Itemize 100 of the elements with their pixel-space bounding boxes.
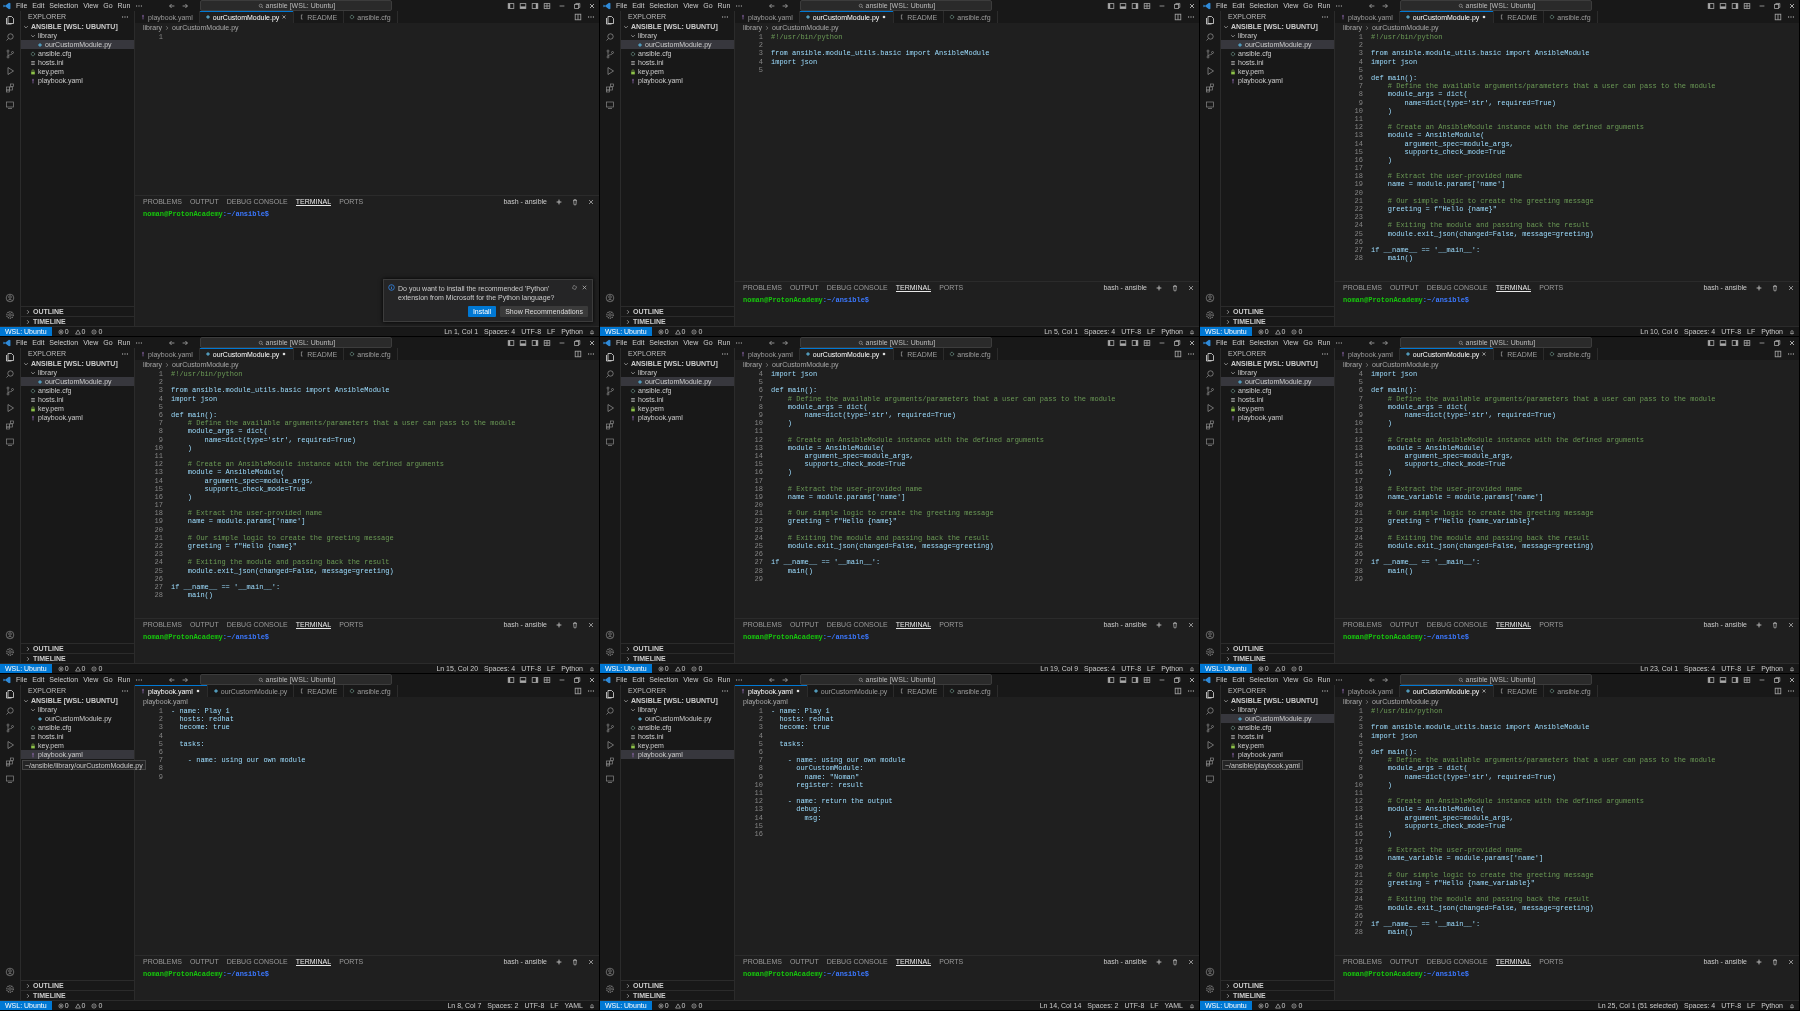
plus-icon[interactable] — [555, 197, 563, 206]
bell-icon[interactable] — [1789, 1002, 1795, 1009]
extensions-icon[interactable] — [605, 757, 615, 767]
bell-icon[interactable] — [1189, 1002, 1195, 1009]
layout-icon[interactable] — [1119, 1, 1127, 10]
restore-icon[interactable] — [1173, 338, 1181, 347]
settings-icon[interactable] — [5, 647, 15, 657]
run-debug-icon[interactable] — [5, 403, 15, 413]
back-arrow-icon[interactable] — [768, 675, 777, 684]
bell-icon[interactable] — [1189, 328, 1195, 335]
plus-icon[interactable] — [1755, 620, 1763, 629]
layout-icon[interactable] — [1707, 1, 1715, 10]
layout-icon[interactable] — [507, 675, 515, 684]
split-editor-icon[interactable] — [1174, 13, 1182, 21]
forward-arrow-icon[interactable] — [181, 338, 190, 347]
restore-icon[interactable] — [1773, 675, 1781, 684]
remote-explorer-icon[interactable] — [5, 437, 15, 447]
account-icon[interactable] — [5, 630, 15, 640]
settings-icon[interactable] — [1205, 647, 1215, 657]
branch-icon[interactable] — [5, 386, 15, 396]
layout-icon[interactable] — [531, 675, 539, 684]
search-icon[interactable] — [1205, 32, 1215, 42]
run-debug-icon[interactable] — [605, 403, 615, 413]
restore-icon[interactable] — [1773, 1, 1781, 10]
split-editor-icon[interactable] — [574, 350, 582, 358]
files-icon[interactable] — [1205, 689, 1215, 699]
branch-icon[interactable] — [605, 386, 615, 396]
forward-arrow-icon[interactable] — [1381, 1, 1390, 10]
account-icon[interactable] — [5, 293, 15, 303]
close-icon[interactable] — [1188, 1, 1196, 10]
layout-icon[interactable] — [1131, 1, 1139, 10]
close-icon[interactable] — [1187, 620, 1195, 629]
plus-icon[interactable] — [555, 620, 563, 629]
close-icon[interactable] — [1481, 351, 1488, 357]
close-icon[interactable] — [1187, 957, 1195, 966]
unsaved-dot-icon[interactable] — [794, 688, 801, 694]
files-icon[interactable] — [605, 15, 615, 25]
unsaved-dot-icon[interactable] — [881, 14, 888, 20]
branch-icon[interactable] — [605, 723, 615, 733]
files-icon[interactable] — [5, 352, 15, 362]
forward-arrow-icon[interactable] — [181, 675, 190, 684]
layout-icon[interactable] — [1143, 1, 1151, 10]
run-debug-icon[interactable] — [5, 740, 15, 750]
more-icon[interactable] — [1787, 687, 1795, 695]
layout-icon[interactable] — [519, 338, 527, 347]
more-icon[interactable] — [587, 13, 595, 21]
close-icon[interactable] — [1481, 688, 1488, 694]
account-icon[interactable] — [605, 630, 615, 640]
forward-arrow-icon[interactable] — [781, 338, 790, 347]
branch-icon[interactable] — [1205, 386, 1215, 396]
close-icon[interactable] — [1788, 675, 1796, 684]
bell-icon[interactable] — [1789, 328, 1795, 335]
unsaved-dot-icon[interactable] — [281, 351, 288, 357]
branch-icon[interactable] — [1205, 49, 1215, 59]
close-icon[interactable] — [587, 957, 595, 966]
layout-icon[interactable] — [1719, 1, 1727, 10]
split-editor-icon[interactable] — [574, 687, 582, 695]
trash-icon[interactable] — [1771, 620, 1779, 629]
split-editor-icon[interactable] — [1774, 13, 1782, 21]
layout-icon[interactable] — [507, 1, 515, 10]
files-icon[interactable] — [1205, 15, 1215, 25]
layout-icon[interactable] — [1719, 338, 1727, 347]
back-arrow-icon[interactable] — [1368, 338, 1377, 347]
split-editor-icon[interactable] — [1774, 350, 1782, 358]
search-icon[interactable] — [1205, 369, 1215, 379]
account-icon[interactable] — [1205, 967, 1215, 977]
plus-icon[interactable] — [1155, 957, 1163, 966]
trash-icon[interactable] — [571, 197, 579, 206]
layout-icon[interactable] — [1107, 338, 1115, 347]
forward-arrow-icon[interactable] — [781, 1, 790, 10]
remote-explorer-icon[interactable] — [1205, 100, 1215, 110]
remote-explorer-icon[interactable] — [605, 774, 615, 784]
trash-icon[interactable] — [1171, 957, 1179, 966]
search-icon[interactable] — [605, 32, 615, 42]
extensions-icon[interactable] — [1205, 757, 1215, 767]
search-icon[interactable] — [605, 706, 615, 716]
restore-icon[interactable] — [573, 675, 581, 684]
files-icon[interactable] — [1205, 352, 1215, 362]
more-icon[interactable] — [1787, 350, 1795, 358]
forward-arrow-icon[interactable] — [1381, 338, 1390, 347]
close-icon[interactable] — [1787, 620, 1795, 629]
search-icon[interactable] — [5, 32, 15, 42]
close-icon[interactable] — [1188, 675, 1196, 684]
unsaved-dot-icon[interactable] — [1481, 14, 1488, 20]
gear-icon[interactable] — [571, 284, 578, 291]
forward-arrow-icon[interactable] — [1381, 675, 1390, 684]
more-icon[interactable] — [1187, 350, 1195, 358]
close-icon[interactable] — [588, 1, 596, 10]
layout-icon[interactable] — [1731, 1, 1739, 10]
extensions-icon[interactable] — [1205, 83, 1215, 93]
settings-icon[interactable] — [5, 984, 15, 994]
bell-icon[interactable] — [589, 1002, 595, 1009]
trash-icon[interactable] — [1171, 620, 1179, 629]
restore-icon[interactable] — [1173, 675, 1181, 684]
layout-icon[interactable] — [1119, 675, 1127, 684]
plus-icon[interactable] — [1755, 957, 1763, 966]
split-editor-icon[interactable] — [1174, 350, 1182, 358]
files-icon[interactable] — [605, 352, 615, 362]
branch-icon[interactable] — [5, 723, 15, 733]
layout-icon[interactable] — [1131, 338, 1139, 347]
